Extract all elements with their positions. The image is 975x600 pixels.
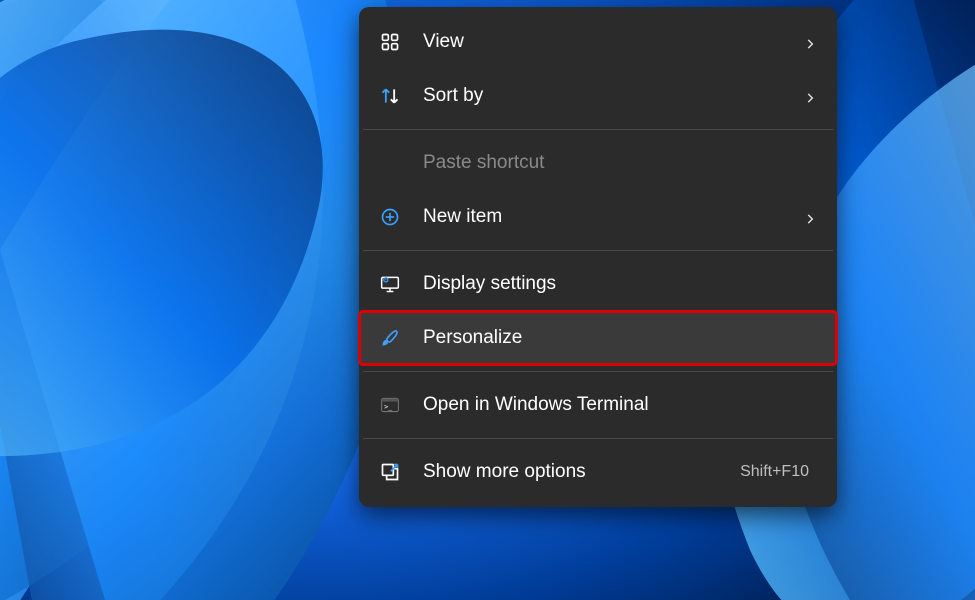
menu-label: Show more options xyxy=(423,461,740,483)
plus-circle-icon xyxy=(379,206,401,228)
menu-label: View xyxy=(423,31,803,53)
menu-separator xyxy=(363,438,833,439)
expand-icon xyxy=(379,461,401,483)
display-gear-icon xyxy=(379,273,401,295)
chevron-right-icon xyxy=(803,210,817,224)
chevron-right-icon xyxy=(803,89,817,103)
menu-label: Sort by xyxy=(423,85,803,107)
menu-shortcut: Shift+F10 xyxy=(740,463,809,481)
menu-separator xyxy=(363,371,833,372)
menu-separator xyxy=(363,250,833,251)
chevron-right-icon xyxy=(803,35,817,49)
menu-label: Display settings xyxy=(423,273,817,295)
menu-item-view[interactable]: View xyxy=(359,15,837,69)
menu-separator xyxy=(363,129,833,130)
menu-item-display-settings[interactable]: Display settings xyxy=(359,257,837,311)
menu-item-personalize[interactable]: Personalize xyxy=(359,311,837,365)
menu-item-show-more-options[interactable]: Show more options Shift+F10 xyxy=(359,445,837,499)
menu-label: New item xyxy=(423,206,803,228)
menu-label: Open in Windows Terminal xyxy=(423,394,817,416)
empty-icon xyxy=(379,152,401,174)
sort-icon xyxy=(379,85,401,107)
menu-item-paste-shortcut: Paste shortcut xyxy=(359,136,837,190)
grid-icon xyxy=(379,31,401,53)
svg-text:>_: >_ xyxy=(384,403,392,411)
menu-item-sort-by[interactable]: Sort by xyxy=(359,69,837,123)
menu-label: Personalize xyxy=(423,327,817,349)
menu-label: Paste shortcut xyxy=(423,152,817,174)
desktop-context-menu: View Sort by Paste shortcut New xyxy=(359,7,837,507)
menu-item-new[interactable]: New item xyxy=(359,190,837,244)
menu-item-open-terminal[interactable]: >_ Open in Windows Terminal xyxy=(359,378,837,432)
terminal-icon: >_ xyxy=(379,394,401,416)
brush-icon xyxy=(379,327,401,349)
